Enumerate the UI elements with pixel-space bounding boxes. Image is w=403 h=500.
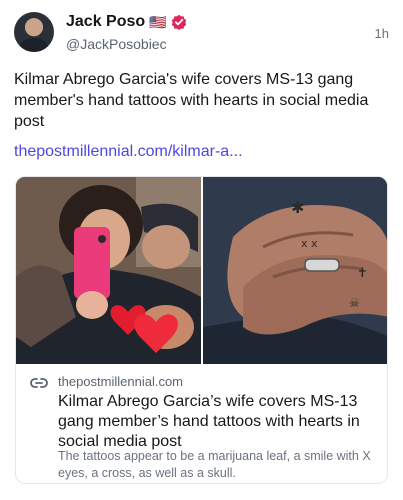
author-name-row: Jack Poso 🇺🇸: [66, 13, 187, 31]
post-link[interactable]: thepostmillennial.com/kilmar-a...: [14, 143, 243, 161]
post-header: Jack Poso 🇺🇸 @JackPosobiec 1h: [14, 12, 389, 56]
verified-badge-icon: [171, 14, 186, 30]
svg-text:✱: ✱: [291, 198, 304, 217]
card-description: The tattoos appear to be a marijuana lea…: [58, 449, 371, 480]
svg-text:x x: x x: [301, 237, 318, 250]
avatar[interactable]: [14, 12, 54, 52]
svg-text:✝: ✝: [357, 266, 368, 281]
card-domain: thepostmillennial.com: [58, 374, 184, 389]
card-image[interactable]: ✱ x x ✝ ☠: [16, 177, 387, 364]
couple-selfie-illustration: [16, 177, 201, 364]
post-text: Kilmar Abrego Garcia's wife covers MS-13…: [14, 71, 369, 130]
link-preview-card[interactable]: ✱ x x ✝ ☠ thepostmillennial.com Kilmar A…: [15, 176, 388, 484]
us-flag-icon: 🇺🇸: [149, 14, 167, 30]
card-title[interactable]: Kilmar Abrego Garcia’s wife covers MS-13…: [58, 392, 376, 452]
author-name[interactable]: Jack Poso: [66, 13, 145, 31]
card-meta: thepostmillennial.com Kilmar Abrego Garc…: [16, 364, 387, 483]
link-icon: [30, 378, 48, 388]
author-handle[interactable]: @JackPosobiec: [66, 36, 167, 52]
couple-selfie-image: [16, 177, 201, 364]
hand-tattoos-illustration: ✱ x x ✝ ☠: [203, 177, 387, 364]
tattooed-hand-image: ✱ x x ✝ ☠: [203, 177, 387, 364]
post-timestamp[interactable]: 1h: [375, 26, 389, 41]
svg-text:☠: ☠: [349, 296, 360, 310]
